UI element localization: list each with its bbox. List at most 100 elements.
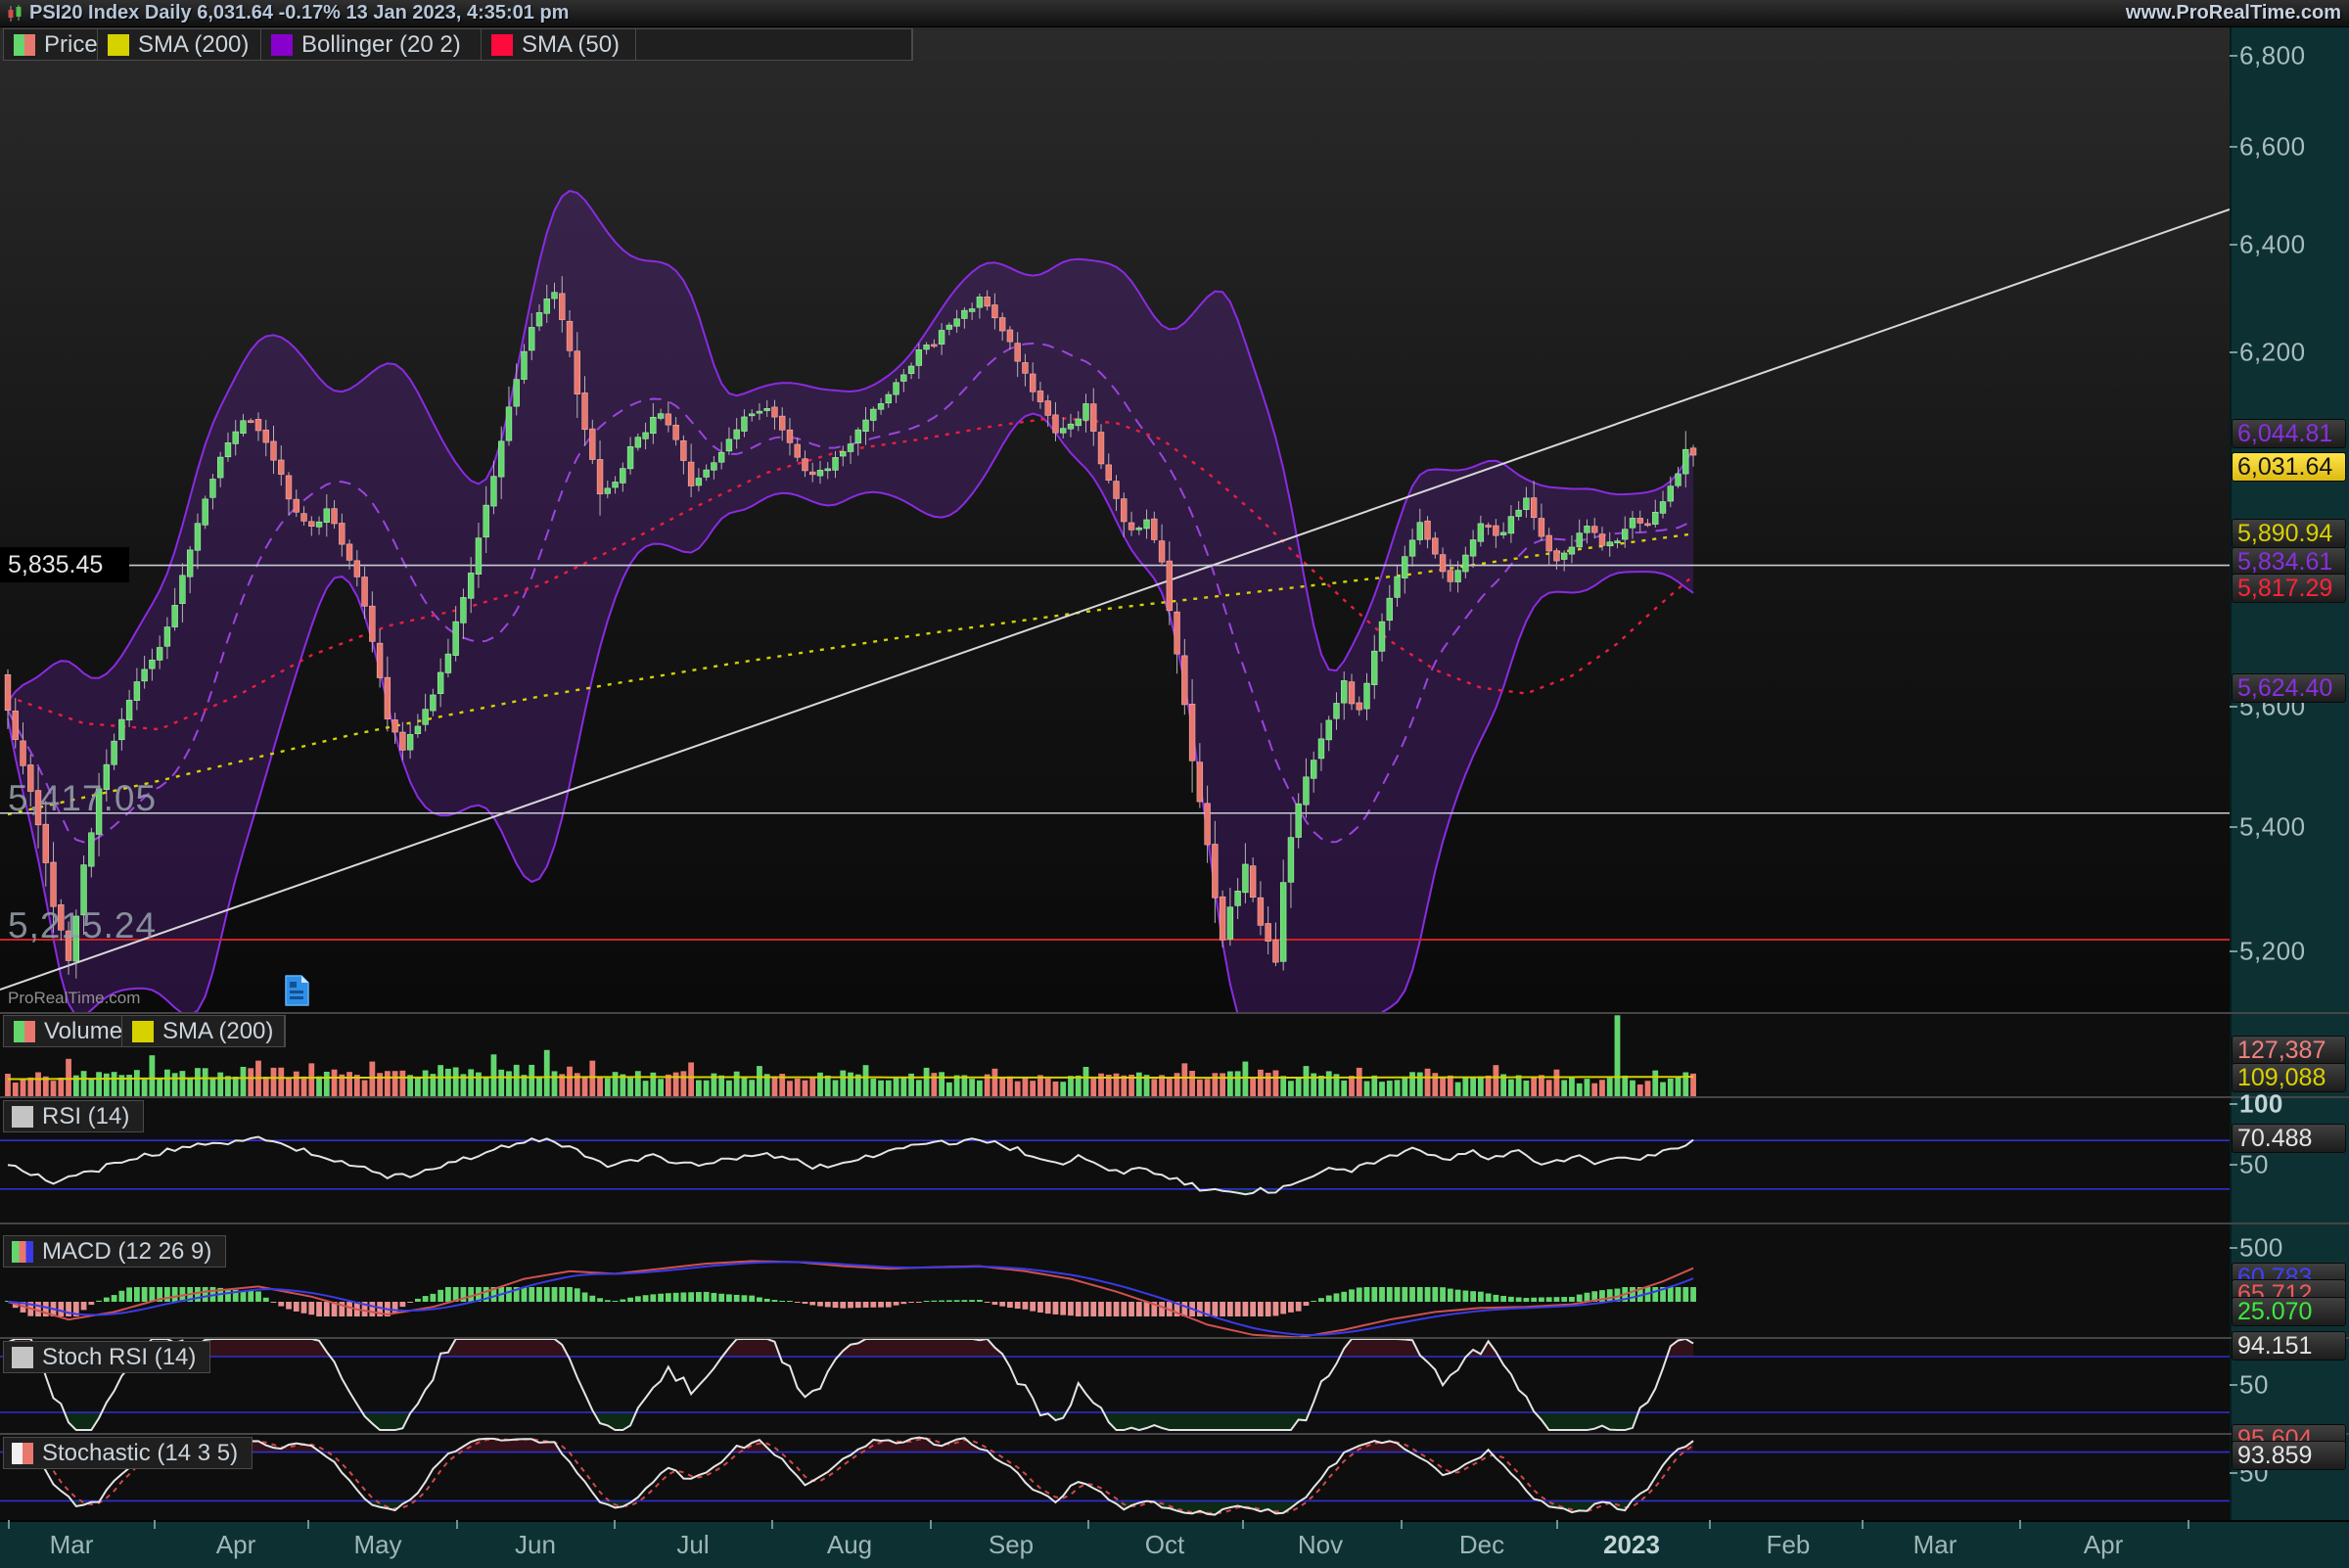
month-label-apr: Apr	[2084, 1530, 2123, 1560]
month-tick	[1709, 1520, 1711, 1529]
title-bar: PSI20 Index Daily 6,031.64 -0.17% 13 Jan…	[0, 0, 2349, 27]
macd-panel-label[interactable]: MACD (12 26 9)	[3, 1235, 226, 1268]
chart-title: PSI20 Index Daily 6,031.64 -0.17% 13 Jan…	[29, 2, 569, 24]
time-axis-labels: MarAprMayJunJulAugSepOctNovDec2023FebMar…	[0, 1520, 2349, 1566]
price-badge: 5,834.61	[2232, 547, 2346, 576]
axis-tick-label: 500	[2239, 1233, 2283, 1264]
axis-tick	[2230, 55, 2237, 57]
month-tick	[456, 1520, 458, 1529]
macd-label: MACD (12 26 9)	[42, 1238, 211, 1266]
price-badge: 25.070	[2232, 1297, 2346, 1326]
macd-swatch-icon	[12, 1241, 33, 1263]
stochastic-label: Stochastic (14 3 5)	[42, 1440, 238, 1467]
rsi-panel-label[interactable]: RSI (14)	[3, 1100, 144, 1132]
legend-item-sma-50-[interactable]: SMA (50)	[482, 29, 636, 60]
prorealtime-link[interactable]: www.ProRealTime.com	[2126, 2, 2349, 24]
month-label-dec: Dec	[1459, 1530, 1504, 1560]
price-legend: Price SMA (200) Bollinger (20 2) SMA (50)	[3, 28, 913, 61]
month-tick	[1087, 1520, 1089, 1529]
legend-label: Price	[44, 31, 98, 59]
axis-tick-label: 5,200	[2239, 937, 2306, 967]
month-tick	[930, 1520, 932, 1529]
month-tick	[2188, 1520, 2189, 1529]
month-tick	[771, 1520, 773, 1529]
legend-item-volume[interactable]: Volume	[4, 1016, 122, 1046]
month-label-2023: 2023	[1603, 1530, 1660, 1560]
legend-item-sma-200-[interactable]: SMA (200)	[122, 1016, 285, 1046]
axis-tick	[2230, 244, 2237, 246]
price-up-down-swatch-icon	[14, 1021, 35, 1042]
watermark: ProRealTime.com	[8, 989, 140, 1008]
month-label-feb: Feb	[1767, 1530, 1811, 1560]
month-label-mar: Mar	[50, 1530, 94, 1560]
stochrsi-swatch-icon	[12, 1347, 33, 1368]
price-badge: 5,890.94	[2232, 519, 2346, 548]
stochastic-panel-label[interactable]: Stochastic (14 3 5)	[3, 1437, 253, 1469]
month-label-mar: Mar	[1913, 1530, 1958, 1560]
legend-item-sma-200-[interactable]: SMA (200)	[98, 29, 261, 60]
legend-label: Bollinger (20 2)	[301, 31, 461, 59]
month-label-oct: Oct	[1145, 1530, 1184, 1560]
note-document-icon[interactable]	[282, 974, 311, 1007]
volume-legend: Volume SMA (200)	[3, 1015, 286, 1047]
prorealtime-chart-window: { "title_bar": { "title": "PSI20 Index D…	[0, 0, 2349, 1566]
axis-tick	[2230, 1472, 2237, 1474]
price-level-label: 5,417.05	[8, 778, 157, 819]
axis-tick-label: 6,800	[2239, 41, 2306, 71]
legend-label: SMA (200)	[162, 1018, 273, 1045]
month-label-nov: Nov	[1298, 1530, 1343, 1560]
price-badge: 109,088	[2232, 1063, 2346, 1092]
price-badge: 93.859	[2232, 1441, 2346, 1470]
rsi-label: RSI (14)	[42, 1103, 129, 1130]
month-tick	[1862, 1520, 1864, 1529]
price-badge: 5,624.40	[2232, 673, 2346, 703]
price-badge: 70.488	[2232, 1124, 2346, 1153]
axis-tick	[2230, 351, 2237, 353]
legend-filler	[636, 29, 912, 60]
axis-tick	[2230, 146, 2237, 148]
price-badge: 127,387	[2232, 1036, 2346, 1065]
axis-tick	[2230, 1164, 2237, 1166]
price-axis-labels: 6,8006,6006,4006,2005,6005,4005,20010050…	[2230, 0, 2349, 1520]
price-level-label: 5,215.24	[8, 905, 157, 946]
stochastic-swatch-icon	[12, 1443, 33, 1464]
axis-tick-label: 50	[2239, 1150, 2269, 1180]
axis-tick-label: 100	[2239, 1089, 2283, 1120]
month-label-sep: Sep	[989, 1530, 1034, 1560]
axis-tick-label: 50	[2239, 1370, 2269, 1401]
rsi-swatch-icon	[12, 1106, 33, 1128]
axis-tick-label: 6,200	[2239, 338, 2306, 368]
axis-tick	[2230, 826, 2237, 828]
price-badge: 94.151	[2232, 1331, 2346, 1360]
sma200-swatch-icon	[108, 34, 129, 56]
month-tick	[614, 1520, 616, 1529]
price-level-label: 5,835.45	[0, 547, 129, 582]
price-badge: 6,031.64	[2232, 452, 2346, 482]
legend-label: Volume	[44, 1018, 122, 1045]
candlestick-icon	[6, 4, 23, 23]
month-label-may: May	[353, 1530, 401, 1560]
month-tick	[8, 1520, 10, 1529]
legend-label: SMA (50)	[522, 31, 620, 59]
month-tick	[307, 1520, 309, 1529]
axis-tick	[2230, 1247, 2237, 1249]
sma50-swatch-icon	[491, 34, 513, 56]
month-tick	[1556, 1520, 1558, 1529]
axis-tick	[2230, 1384, 2237, 1386]
axis-tick-label: 6,600	[2239, 132, 2306, 162]
legend-item-bollinger-20-2-[interactable]: Bollinger (20 2)	[261, 29, 482, 60]
stochrsi-panel-label[interactable]: Stoch RSI (14)	[3, 1341, 210, 1373]
month-label-aug: Aug	[827, 1530, 872, 1560]
month-tick	[154, 1520, 156, 1529]
axis-tick	[2230, 950, 2237, 952]
month-tick	[2019, 1520, 2021, 1529]
legend-item-price[interactable]: Price	[4, 29, 98, 60]
month-tick	[1401, 1520, 1403, 1529]
legend-label: SMA (200)	[138, 31, 249, 59]
month-label-apr: Apr	[216, 1530, 255, 1560]
stochrsi-label: Stoch RSI (14)	[42, 1344, 196, 1371]
price-badge: 5,817.29	[2232, 574, 2346, 603]
bollinger-swatch-icon	[271, 34, 293, 56]
price-up-down-swatch-icon	[14, 34, 35, 56]
month-label-jul: Jul	[676, 1530, 709, 1560]
